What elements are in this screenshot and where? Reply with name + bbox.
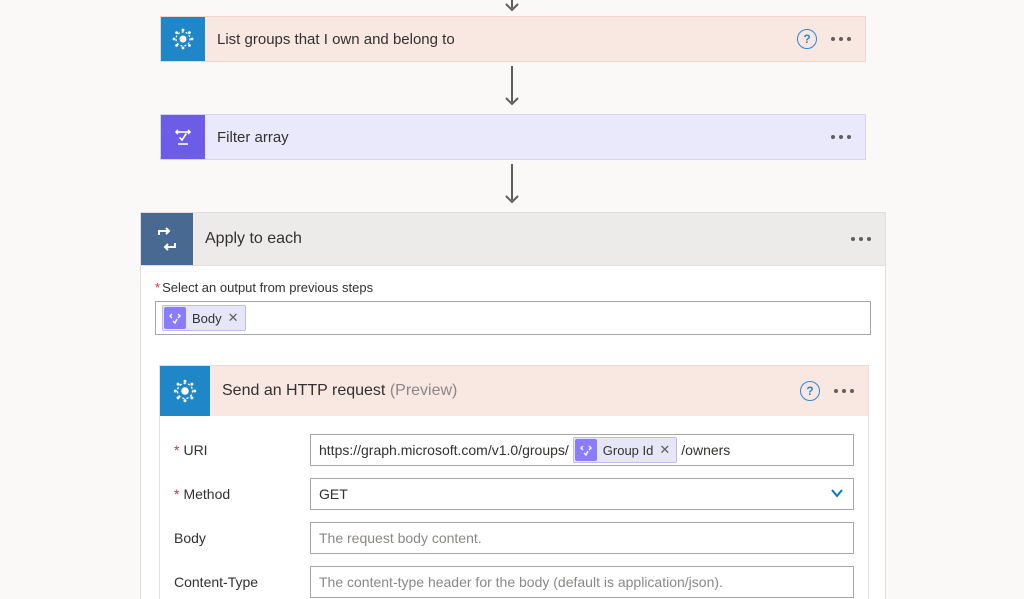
token-label: Group Id xyxy=(603,443,654,458)
content-type-label: Content-Type xyxy=(174,574,310,590)
uri-suffix-text: /owners xyxy=(681,442,730,458)
uri-prefix-text: https://graph.microsoft.com/v1.0/groups/ xyxy=(319,442,569,458)
action-title: Apply to each xyxy=(193,230,851,248)
data-operations-token-icon xyxy=(164,307,186,329)
connector-arrow-1[interactable] xyxy=(502,66,522,110)
connector-arrow-2[interactable] xyxy=(502,164,522,208)
dynamic-content-token-group-id[interactable]: Group Id ✕ xyxy=(573,437,678,463)
action-card-send-http-request: Send an HTTP request (Preview) ? *URI ht… xyxy=(159,365,869,599)
method-select[interactable]: GET xyxy=(310,478,854,510)
action-card-apply-to-each: Apply to each *Select an output from pre… xyxy=(140,212,886,599)
apply-to-each-header[interactable]: Apply to each xyxy=(141,213,885,266)
loop-icon xyxy=(141,213,193,265)
preview-tag: (Preview) xyxy=(390,382,458,399)
remove-token-button[interactable]: ✕ xyxy=(659,442,670,458)
office365-groups-icon xyxy=(160,366,210,416)
more-menu-button[interactable] xyxy=(834,389,854,393)
uri-label: *URI xyxy=(174,442,310,458)
action-card-filter-array[interactable]: Filter array xyxy=(160,114,866,160)
data-operations-token-icon xyxy=(575,439,597,461)
more-menu-button[interactable] xyxy=(851,237,871,241)
office365-groups-icon xyxy=(161,17,205,61)
action-title: Send an HTTP request (Preview) xyxy=(210,382,800,400)
data-operations-icon xyxy=(161,115,205,159)
method-value: GET xyxy=(319,486,348,502)
uri-input[interactable]: https://graph.microsoft.com/v1.0/groups/… xyxy=(310,434,854,466)
remove-token-button[interactable]: ✕ xyxy=(228,310,239,326)
more-menu-button[interactable] xyxy=(831,135,851,139)
dynamic-content-token-body[interactable]: Body ✕ xyxy=(162,305,246,331)
body-input[interactable]: The request body content. xyxy=(310,522,854,554)
connector-arrow-top xyxy=(502,0,522,16)
more-menu-button[interactable] xyxy=(831,37,851,41)
body-label: Body xyxy=(174,530,310,546)
action-title: List groups that I own and belong to xyxy=(205,31,797,48)
action-title: Filter array xyxy=(205,129,831,146)
token-label: Body xyxy=(192,311,222,326)
body-placeholder: The request body content. xyxy=(319,530,482,546)
action-card-list-groups[interactable]: List groups that I own and belong to ? xyxy=(160,16,866,62)
chevron-down-icon xyxy=(829,485,845,504)
send-http-header[interactable]: Send an HTTP request (Preview) ? xyxy=(160,366,868,416)
content-type-input[interactable]: The content-type header for the body (de… xyxy=(310,566,854,598)
select-output-label: *Select an output from previous steps xyxy=(141,266,885,301)
help-icon[interactable]: ? xyxy=(797,29,817,49)
method-label: *Method xyxy=(174,486,310,502)
select-output-input[interactable]: Body ✕ xyxy=(155,301,871,335)
help-icon[interactable]: ? xyxy=(800,381,820,401)
content-type-placeholder: The content-type header for the body (de… xyxy=(319,574,723,590)
